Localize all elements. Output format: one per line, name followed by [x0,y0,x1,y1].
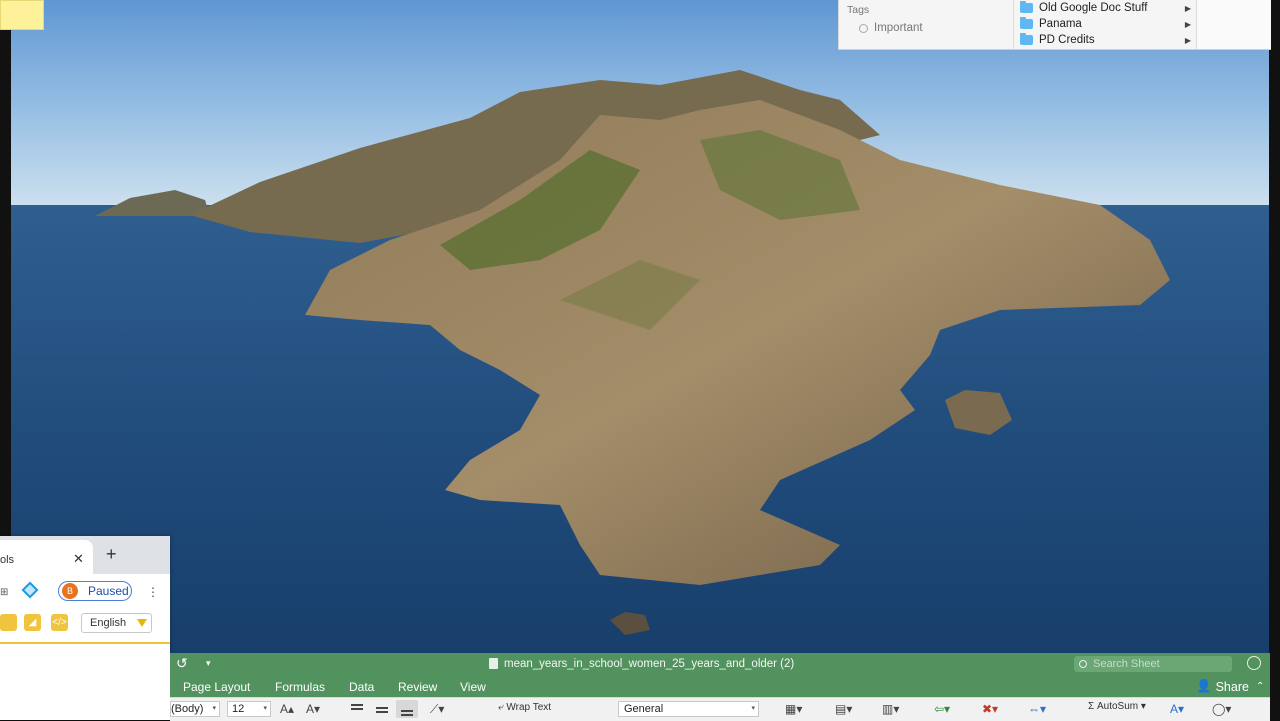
tags-section: Tags Important [839,0,1014,49]
share-button[interactable]: 👤 Share [1196,679,1249,694]
folder-icon [1020,33,1033,45]
quick-access-more-icon[interactable]: ▾ [206,658,211,669]
orientation-icon[interactable]: ⟋▾ [430,701,444,717]
tab-review[interactable]: Review [398,680,437,694]
cell-styles-icon[interactable]: ▥▾ [882,701,899,717]
find-select-icon[interactable]: ◯▾ [1212,701,1231,717]
document-title: mean_years_in_school_women_25_years_and_… [504,658,795,670]
extension-toolbar: ⊞ B Paused ⋮ [0,574,170,608]
paused-label: Paused [88,584,129,598]
ribbon-tabs: Page Layout Formulas Data Review View 👤 … [170,676,1270,697]
language-select[interactable]: English [81,613,152,633]
tag-item-important[interactable]: Important [859,22,1005,34]
paused-button[interactable]: B Paused [58,581,132,601]
new-tab-icon[interactable]: + [106,544,117,565]
folder-icon [1020,1,1033,13]
folder-icon [1020,17,1033,29]
avatar: B [62,583,78,599]
submenu-column [1196,0,1271,49]
browser-tab-bar: ols ✕ + [0,536,170,574]
code-icon[interactable]: </> [51,614,68,631]
sort-filter-icon[interactable]: A▾ [1170,701,1184,717]
insert-cells-icon[interactable]: ⇦▾ [934,701,950,717]
align-top-button[interactable] [346,700,368,718]
excel-window: ↺ ▾ mean_years_in_school_women_25_years_… [170,653,1270,721]
submenu-arrow-icon: ▶ [1184,3,1191,13]
smiley-feedback-icon[interactable] [1247,656,1261,670]
tab-page-layout[interactable]: Page Layout [183,680,250,694]
yellow-tool-icon[interactable] [0,614,17,631]
send-icon[interactable]: ◢ [24,614,41,631]
number-format-value: General [624,703,664,715]
desktop-wallpaper [0,0,1280,720]
diamond-icon[interactable] [21,581,39,599]
folder-name: Panama [1039,18,1082,30]
wrap-text-button[interactable]: ⤶ Wrap Text [498,702,551,713]
conditional-formatting-icon[interactable]: ▦▾ [785,701,802,717]
document-icon [489,658,498,669]
tags-label: Tags [847,4,870,16]
chevron-down-icon: ▾ [751,705,755,712]
ribbon-toolbar: (Body) ▾ 12 ▾ A▴ A▾ ⟋▾ ⤶ Wrap Text Gener… [170,697,1270,721]
format-as-table-icon[interactable]: ▤▾ [835,701,852,717]
autosum-label: AutoSum [1096,701,1139,712]
tag-circle-icon [859,23,868,33]
submenu-arrow-icon: ▶ [1184,19,1191,29]
dropdown-arrow-icon [137,619,147,627]
grid-icon[interactable]: ⊞ [0,587,8,598]
font-size-select[interactable]: 12 ▾ [227,701,271,717]
extension-popup: ols ✕ + ⊞ B Paused ⋮ ◢ </> English [0,536,170,720]
font-name-select[interactable]: (Body) ▾ [170,701,220,717]
sigma-icon: Σ [1088,701,1095,712]
close-icon[interactable]: ✕ [73,551,84,567]
folder-item[interactable]: Panama ▶ [1014,16,1196,32]
align-middle-button[interactable] [371,700,393,718]
search-input[interactable] [1093,658,1223,670]
folder-name: PD Credits [1039,34,1095,46]
font-size-value: 12 [232,703,245,715]
wrap-text-label: Wrap Text [506,702,552,713]
browser-tab[interactable]: ols ✕ [0,540,93,574]
delete-cells-icon[interactable]: ✖▾ [982,701,998,717]
add-person-icon: 👤 [1196,679,1212,693]
folder-list: Old Google Doc Stuff ▶ Panama ▶ PD Credi… [1014,0,1196,49]
autosum-button[interactable]: Σ AutoSum ▾ [1088,701,1146,712]
share-label: Share [1215,679,1249,694]
folder-name: Old Google Doc Stuff [1039,2,1148,14]
screen-border-right [1269,0,1280,720]
font-name-value: (Body) [171,703,204,715]
excel-title-bar: ↺ ▾ mean_years_in_school_women_25_years_… [170,653,1270,676]
wrap-text-icon: ⤶ [498,702,504,713]
tab-data[interactable]: Data [349,680,374,694]
island-landscape-icon [0,0,1280,720]
search-icon [1079,660,1087,668]
finder-context-menu: Tags Important Old Google Doc Stuff ▶ Pa… [838,0,1271,50]
tab-view[interactable]: View [460,680,486,694]
submenu-arrow-icon: ▶ [1184,35,1191,45]
number-format-select[interactable]: General ▾ [618,701,759,717]
kebab-menu-icon[interactable]: ⋮ [147,585,159,599]
decrease-font-icon[interactable]: A▾ [306,701,320,717]
chevron-up-icon[interactable]: ⌃ [1256,681,1264,692]
chevron-down-icon: ▾ [212,705,216,712]
tab-formulas[interactable]: Formulas [275,680,325,694]
tag-label: Important [874,22,923,34]
tab-title: ols [0,554,15,566]
chevron-down-icon: ▾ [1140,701,1146,712]
chevron-down-icon: ▾ [263,705,267,712]
folder-item[interactable]: Old Google Doc Stuff ▶ [1014,0,1196,16]
search-sheet[interactable] [1074,656,1232,672]
format-cells-icon[interactable]: ⇔▾ [1028,701,1046,717]
redo-icon[interactable]: ↺ [176,655,188,672]
folder-item[interactable]: PD Credits ▶ [1014,32,1196,48]
increase-font-icon[interactable]: A▴ [280,701,294,717]
language-label: English [90,617,127,629]
sticky-note[interactable] [0,0,44,30]
align-bottom-button[interactable] [396,700,418,718]
